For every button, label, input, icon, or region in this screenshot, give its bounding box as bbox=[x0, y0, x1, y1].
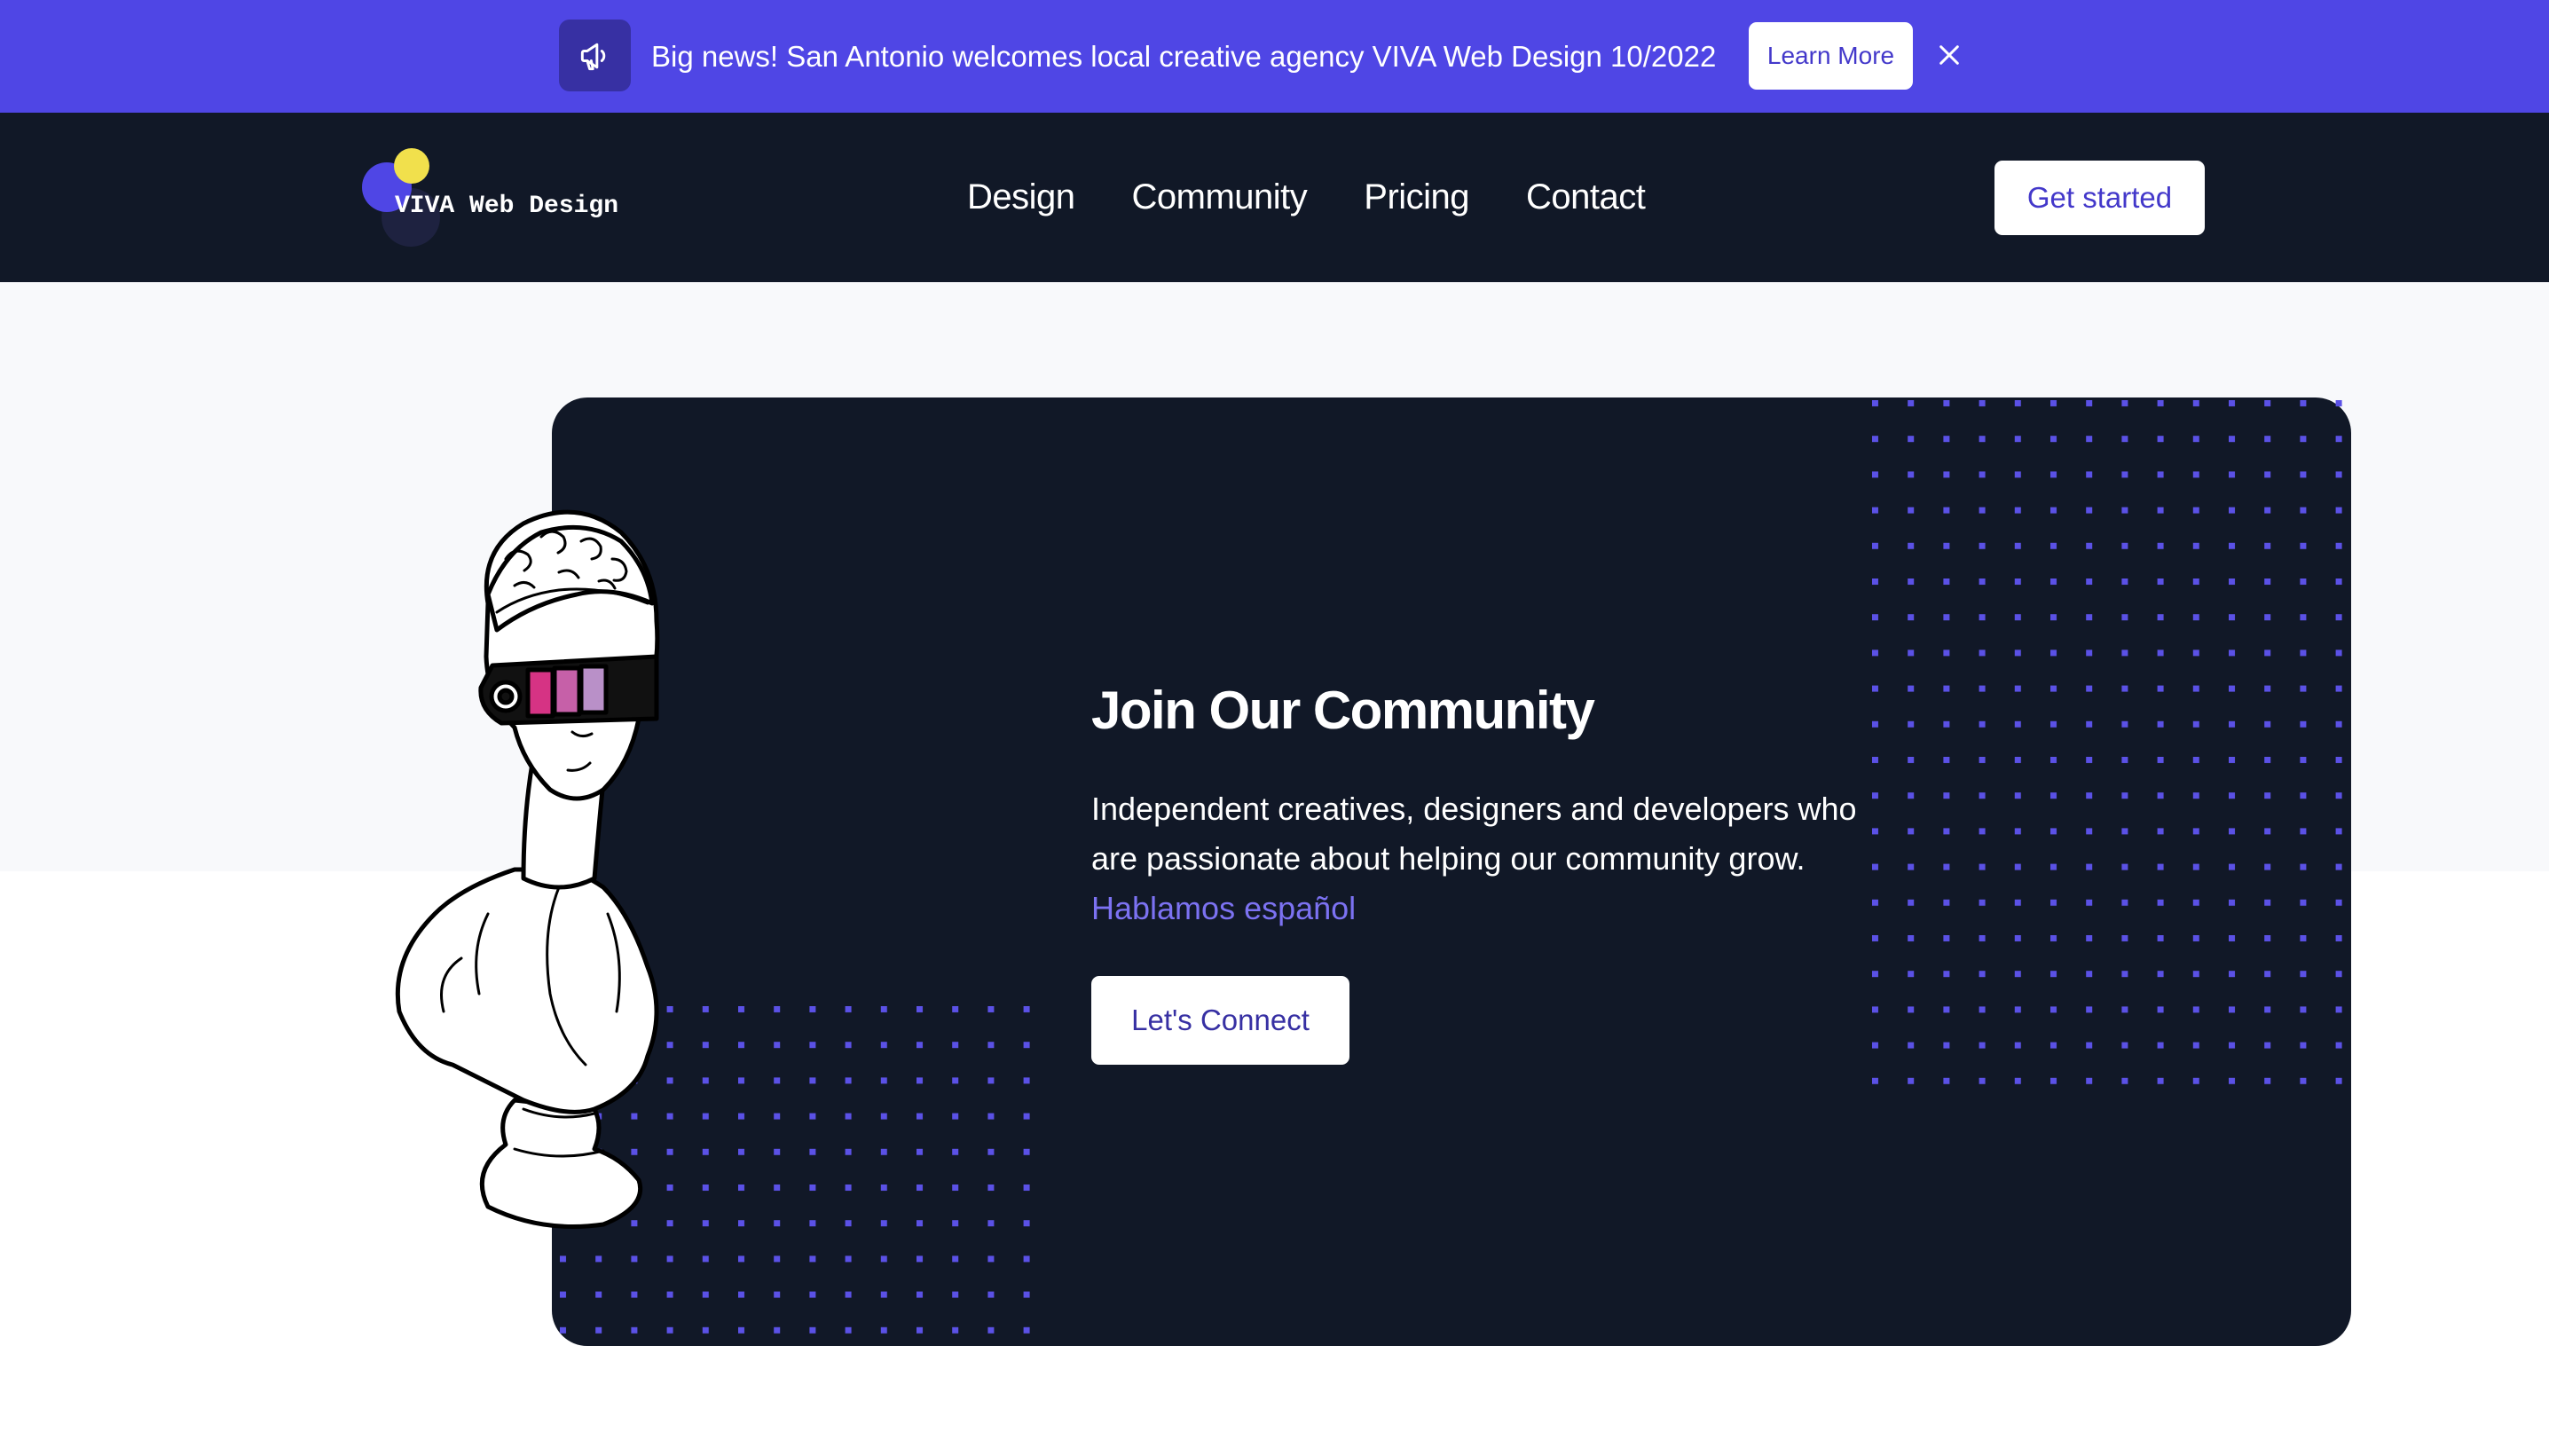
logo-yellow-circle bbox=[394, 148, 429, 184]
announcement-banner: Big news! San Antonio welcomes local cre… bbox=[0, 0, 2549, 113]
spanish-link[interactable]: Hablamos español bbox=[1091, 884, 1356, 933]
get-started-button[interactable]: Get started bbox=[1994, 161, 2205, 235]
megaphone-icon bbox=[559, 20, 631, 91]
nav-design[interactable]: Design bbox=[967, 175, 1075, 219]
site-logo[interactable]: VIVA Web Design bbox=[362, 148, 618, 247]
site-header: VIVA Web Design Design Community Pricing… bbox=[0, 113, 2549, 282]
announcement-text: Big news! San Antonio welcomes local cre… bbox=[651, 40, 1717, 73]
hero-description: Independent creatives, designers and dev… bbox=[1091, 791, 1857, 877]
nav-community[interactable]: Community bbox=[1132, 175, 1308, 219]
close-icon[interactable] bbox=[1931, 37, 1967, 73]
nav-pricing[interactable]: Pricing bbox=[1364, 175, 1469, 219]
hero-title: Join Our Community bbox=[1091, 681, 1595, 740]
learn-more-button[interactable]: Learn More bbox=[1749, 22, 1913, 90]
lets-connect-button[interactable]: Let's Connect bbox=[1091, 976, 1349, 1065]
statue-bust-illustration bbox=[395, 509, 660, 1229]
nav-contact[interactable]: Contact bbox=[1526, 175, 1646, 219]
logo-text: VIVA Web Design bbox=[395, 193, 619, 220]
main-nav: Design Community Pricing Contact bbox=[967, 175, 1646, 219]
dot-pattern-top-right bbox=[1863, 397, 2351, 1088]
